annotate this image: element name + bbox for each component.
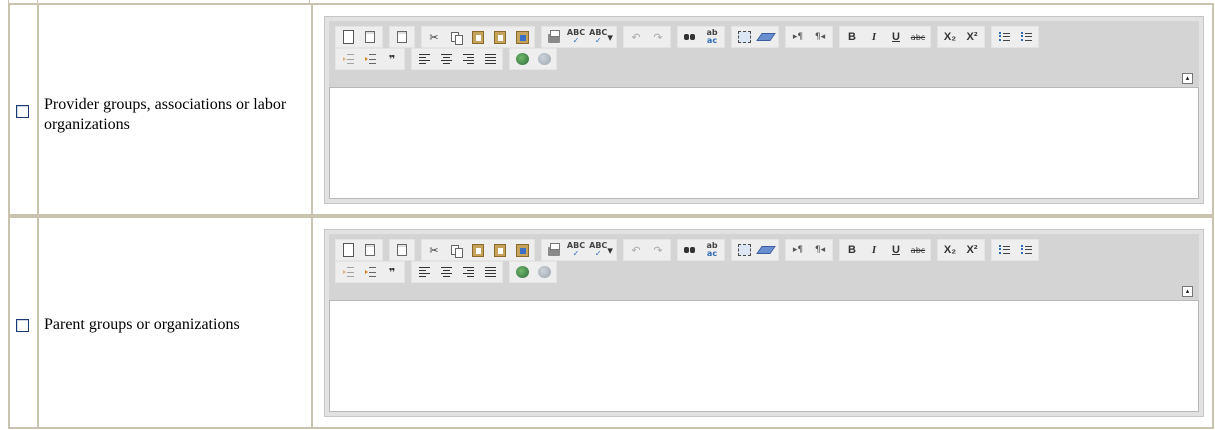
- copy-icon[interactable]: [445, 27, 467, 47]
- ltr-icon[interactable]: ▸¶: [787, 27, 809, 47]
- undo-icon[interactable]: ↶: [625, 240, 647, 260]
- align-right-icon[interactable]: [457, 262, 479, 282]
- label-cell: Parent groups or organizations: [41, 218, 313, 427]
- redo-icon[interactable]: ↷: [647, 27, 669, 47]
- ltr-icon[interactable]: ▸¶: [787, 240, 809, 260]
- replace-icon[interactable]: ab ac: [701, 27, 723, 47]
- row-label: Provider groups, associations or labor o…: [44, 96, 287, 133]
- rich-text-editor: ✂ ABC ✓ ABC ✓ ▾ ↶ ↷ ab ac ▸¶ ¶◂ B I U ab…: [324, 229, 1204, 417]
- redo-icon[interactable]: ↷: [647, 240, 669, 260]
- form-table: Provider groups, associations or labor o…: [8, 0, 1214, 430]
- select-all-icon[interactable]: [733, 240, 755, 260]
- find-icon[interactable]: [679, 240, 701, 260]
- toolbar-row-2: ❞: [335, 48, 563, 70]
- undo-icon[interactable]: ↶: [625, 27, 647, 47]
- strikethrough-icon[interactable]: abc: [907, 240, 929, 260]
- find-icon[interactable]: [679, 27, 701, 47]
- superscript-icon[interactable]: X²: [961, 27, 983, 47]
- underline-icon[interactable]: U: [885, 240, 907, 260]
- new-page-icon[interactable]: [337, 27, 359, 47]
- justify-icon[interactable]: [479, 49, 501, 69]
- indent-icon[interactable]: [359, 262, 381, 282]
- table-row: Provider groups, associations or labor o…: [8, 3, 1214, 216]
- outdent-icon[interactable]: [337, 49, 359, 69]
- spellcheck-icon[interactable]: ABC ✓: [565, 240, 587, 260]
- row-checkbox[interactable]: [16, 105, 29, 118]
- print-icon[interactable]: [543, 240, 565, 260]
- rich-text-editor: ✂ ABC ✓ ABC ✓ ▾ ↶ ↷ ab ac ▸¶ ¶◂ B I U ab…: [324, 16, 1204, 204]
- cut-icon[interactable]: ✂: [423, 240, 445, 260]
- preview-icon[interactable]: [359, 240, 381, 260]
- spellcheck-as-you-type-icon[interactable]: ABC ✓ ▾: [587, 27, 615, 47]
- bold-icon[interactable]: B: [841, 240, 863, 260]
- paste-icon[interactable]: [467, 27, 489, 47]
- bulleted-list-icon[interactable]: [1015, 27, 1037, 47]
- outdent-icon[interactable]: [337, 262, 359, 282]
- row-checkbox[interactable]: [16, 319, 29, 332]
- spellcheck-icon[interactable]: ABC ✓: [565, 27, 587, 47]
- remove-format-icon[interactable]: [755, 27, 777, 47]
- italic-icon[interactable]: I: [863, 27, 885, 47]
- editor-toolbar: ✂ ABC ✓ ABC ✓ ▾ ↶ ↷ ab ac ▸¶ ¶◂ B I U ab…: [329, 234, 1199, 300]
- link-icon[interactable]: [511, 262, 533, 282]
- subscript-icon[interactable]: X₂: [939, 240, 961, 260]
- bold-icon[interactable]: B: [841, 27, 863, 47]
- copy-icon[interactable]: [445, 240, 467, 260]
- templates-icon[interactable]: [391, 240, 413, 260]
- spellcheck-as-you-type-icon[interactable]: ABC ✓ ▾: [587, 240, 615, 260]
- row-label: Parent groups or organizations: [44, 316, 240, 333]
- toolbar-row-1: ✂ ABC ✓ ABC ✓ ▾ ↶ ↷ ab ac ▸¶ ¶◂ B I U ab…: [335, 26, 1045, 48]
- align-right-icon[interactable]: [457, 49, 479, 69]
- toolbar-row-2: ❞: [335, 261, 563, 283]
- link-icon[interactable]: [511, 49, 533, 69]
- paste-from-word-icon[interactable]: [511, 240, 533, 260]
- editor-cell: ✂ ABC ✓ ABC ✓ ▾ ↶ ↷ ab ac ▸¶ ¶◂ B I U ab…: [315, 5, 1212, 214]
- print-icon[interactable]: [543, 27, 565, 47]
- align-left-icon[interactable]: [413, 262, 435, 282]
- underline-icon[interactable]: U: [885, 27, 907, 47]
- align-center-icon[interactable]: [435, 49, 457, 69]
- toolbar-row-1: ✂ ABC ✓ ABC ✓ ▾ ↶ ↷ ab ac ▸¶ ¶◂ B I U ab…: [335, 239, 1045, 261]
- paste-text-icon[interactable]: [489, 240, 511, 260]
- justify-icon[interactable]: [479, 262, 501, 282]
- paste-text-icon[interactable]: [489, 27, 511, 47]
- numbered-list-icon[interactable]: [993, 27, 1015, 47]
- toolbar-collapse-icon[interactable]: ▴: [1182, 286, 1193, 297]
- table-row: Parent groups or organizations ✂ ABC ✓ A…: [8, 216, 1214, 429]
- blockquote-icon[interactable]: ❞: [381, 49, 403, 69]
- bulleted-list-icon[interactable]: [1015, 240, 1037, 260]
- rtl-icon[interactable]: ¶◂: [809, 27, 831, 47]
- subscript-icon[interactable]: X₂: [939, 27, 961, 47]
- editor-cell: ✂ ABC ✓ ABC ✓ ▾ ↶ ↷ ab ac ▸¶ ¶◂ B I U ab…: [315, 218, 1212, 427]
- replace-icon[interactable]: ab ac: [701, 240, 723, 260]
- toolbar-collapse-icon[interactable]: ▴: [1182, 73, 1193, 84]
- paste-from-word-icon[interactable]: [511, 27, 533, 47]
- indent-icon[interactable]: [359, 49, 381, 69]
- cut-icon[interactable]: ✂: [423, 27, 445, 47]
- italic-icon[interactable]: I: [863, 240, 885, 260]
- unlink-icon[interactable]: [533, 49, 555, 69]
- editor-toolbar: ✂ ABC ✓ ABC ✓ ▾ ↶ ↷ ab ac ▸¶ ¶◂ B I U ab…: [329, 21, 1199, 87]
- unlink-icon[interactable]: [533, 262, 555, 282]
- rtl-icon[interactable]: ¶◂: [809, 240, 831, 260]
- checkbox-cell: [10, 218, 39, 427]
- editor-text-area[interactable]: [329, 87, 1199, 199]
- templates-icon[interactable]: [391, 27, 413, 47]
- checkbox-cell: [10, 5, 39, 214]
- align-left-icon[interactable]: [413, 49, 435, 69]
- remove-format-icon[interactable]: [755, 240, 777, 260]
- label-cell: Provider groups, associations or labor o…: [41, 5, 313, 214]
- new-page-icon[interactable]: [337, 240, 359, 260]
- paste-icon[interactable]: [467, 240, 489, 260]
- superscript-icon[interactable]: X²: [961, 240, 983, 260]
- align-center-icon[interactable]: [435, 262, 457, 282]
- strikethrough-icon[interactable]: abc: [907, 27, 929, 47]
- blockquote-icon[interactable]: ❞: [381, 262, 403, 282]
- select-all-icon[interactable]: [733, 27, 755, 47]
- preview-icon[interactable]: [359, 27, 381, 47]
- numbered-list-icon[interactable]: [993, 240, 1015, 260]
- editor-text-area[interactable]: [329, 300, 1199, 412]
